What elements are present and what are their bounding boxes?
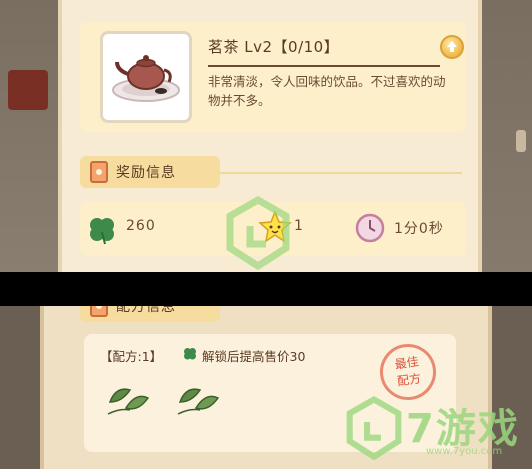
item-thumbnail	[100, 31, 192, 123]
tea-leaf-icon	[177, 388, 220, 415]
ingredient-slot-2[interactable]	[176, 378, 222, 418]
recipe-label: 【配方:1】	[100, 349, 163, 364]
item-detail-panel: 茗茶 Lv2【0/10】 非常清淡，令人回味的饮品。不过喜欢的动物并不多。 奖励…	[58, 0, 482, 272]
recipe-section-header: 配方信息	[80, 306, 220, 322]
best-recipe-stamp-text: 最佳 配方	[393, 354, 422, 389]
ingredient-slot-1[interactable]	[106, 378, 152, 418]
recipe-info-icon	[90, 306, 108, 317]
background-decoration	[8, 70, 48, 110]
clover-icon	[90, 218, 114, 245]
background-left-wall	[0, 0, 58, 272]
reward-section-header: 奖励信息	[80, 156, 220, 188]
clover-small-icon	[184, 348, 196, 360]
upgrade-button[interactable]	[440, 35, 464, 59]
tea-leaf-icon	[107, 388, 150, 415]
reward-info-icon	[90, 161, 108, 183]
item-divider	[208, 65, 440, 67]
best-recipe-stamp: 最佳 配方	[376, 340, 440, 404]
recipe-section-title: 配方信息	[116, 306, 176, 315]
star-reward-value: 1	[294, 218, 304, 234]
star-icon	[258, 210, 292, 243]
background-knob	[516, 130, 526, 152]
background-left-wall-lower	[0, 306, 40, 469]
recipe-box: 【配方:1】 解锁后提高售价30 最佳 配方	[84, 334, 456, 452]
item-description: 非常清淡，令人回味的饮品。不过喜欢的动物并不多。	[208, 74, 446, 108]
time-reward-value: 1分0秒	[394, 221, 444, 237]
section-divider	[212, 172, 462, 174]
item-card: 茗茶 Lv2【0/10】 非常清淡，令人回味的饮品。不过喜欢的动物并不多。	[80, 22, 466, 132]
reward-row: 260 1 1分0秒	[80, 202, 466, 256]
watermark-url: www.7you.com	[426, 446, 503, 457]
item-name: 茗茶 Lv2【0/10】	[208, 38, 340, 56]
reward-section-title: 奖励信息	[116, 165, 176, 181]
arrow-up-icon	[447, 41, 457, 52]
crop-band	[0, 272, 532, 306]
recipe-unlock-text: 解锁后提高售价30	[202, 349, 306, 364]
teapot-icon	[112, 55, 180, 102]
clover-reward-value: 260	[126, 218, 156, 234]
clock-icon	[355, 213, 385, 243]
